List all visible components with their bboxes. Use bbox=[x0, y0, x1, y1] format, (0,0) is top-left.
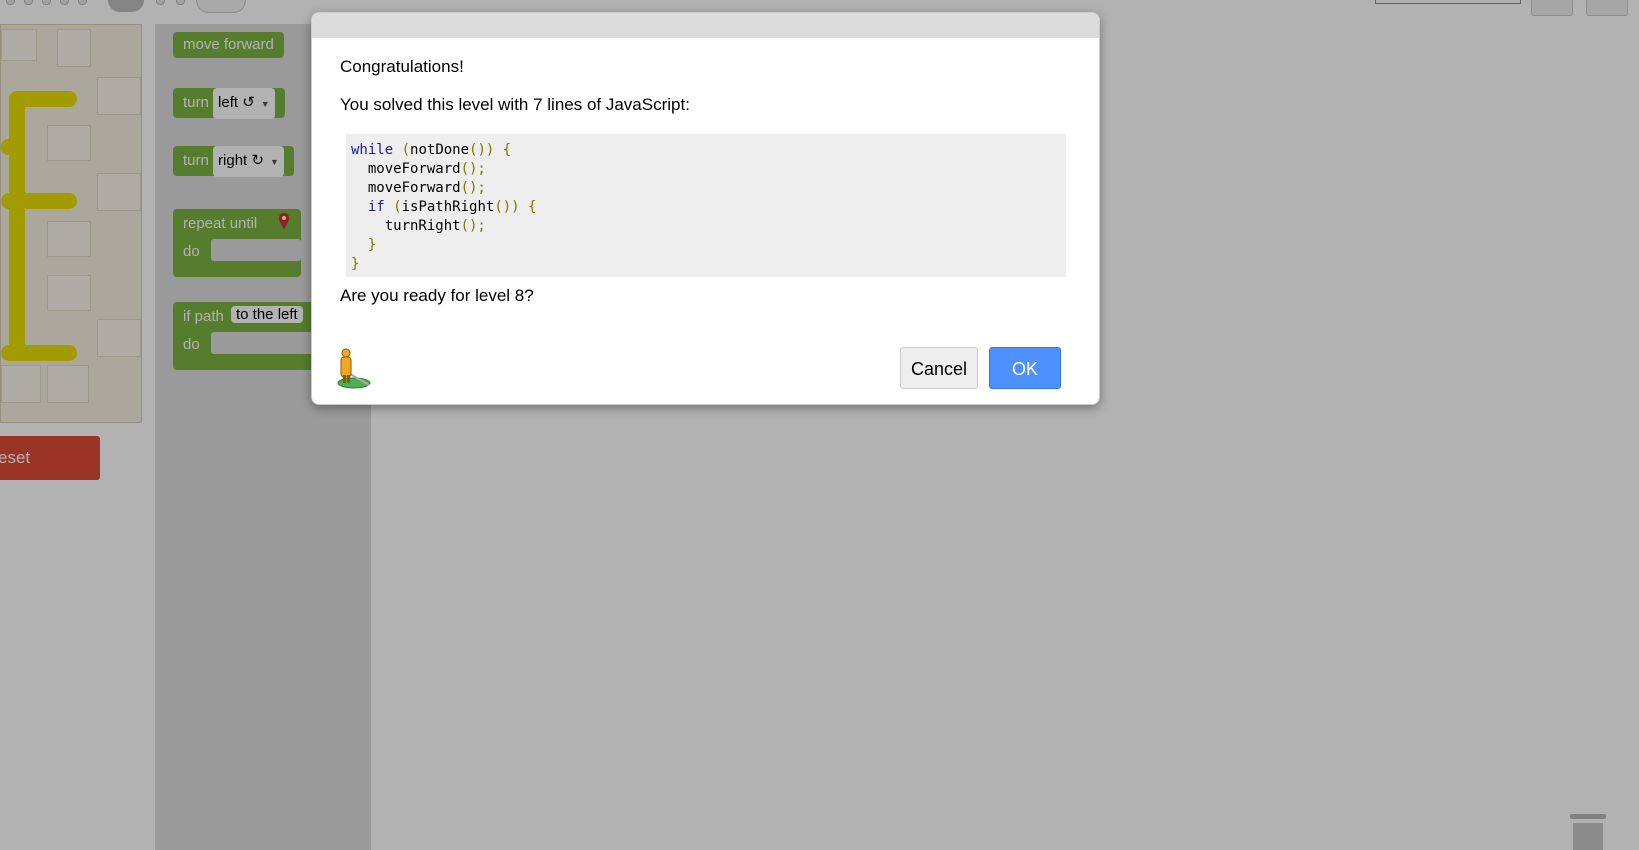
dialog-title: Congratulations! bbox=[340, 57, 464, 76]
code-line: turnRight(); bbox=[351, 218, 486, 234]
pegman-icon bbox=[335, 347, 373, 389]
dialog-summary: You solved this level with 7 lines of Ja… bbox=[340, 95, 690, 114]
cancel-button[interactable]: Cancel bbox=[900, 347, 978, 389]
next-level-question: Are you ready for level 8? bbox=[340, 286, 534, 305]
code-line: moveForward(); bbox=[351, 180, 486, 196]
code-listing: while (notDone()) { moveForward(); moveF… bbox=[346, 134, 1066, 277]
code-line: } bbox=[367, 237, 377, 253]
code-line: while (notDone()) { bbox=[351, 142, 512, 158]
level-complete-dialog: Congratulations! You solved this level w… bbox=[311, 12, 1100, 405]
code-line: if (isPathRight()) { bbox=[351, 199, 537, 215]
code-line: moveForward(); bbox=[351, 161, 486, 177]
code-line: } bbox=[351, 256, 360, 272]
dialog-header[interactable] bbox=[312, 13, 1099, 38]
ok-button[interactable]: OK bbox=[989, 347, 1061, 389]
